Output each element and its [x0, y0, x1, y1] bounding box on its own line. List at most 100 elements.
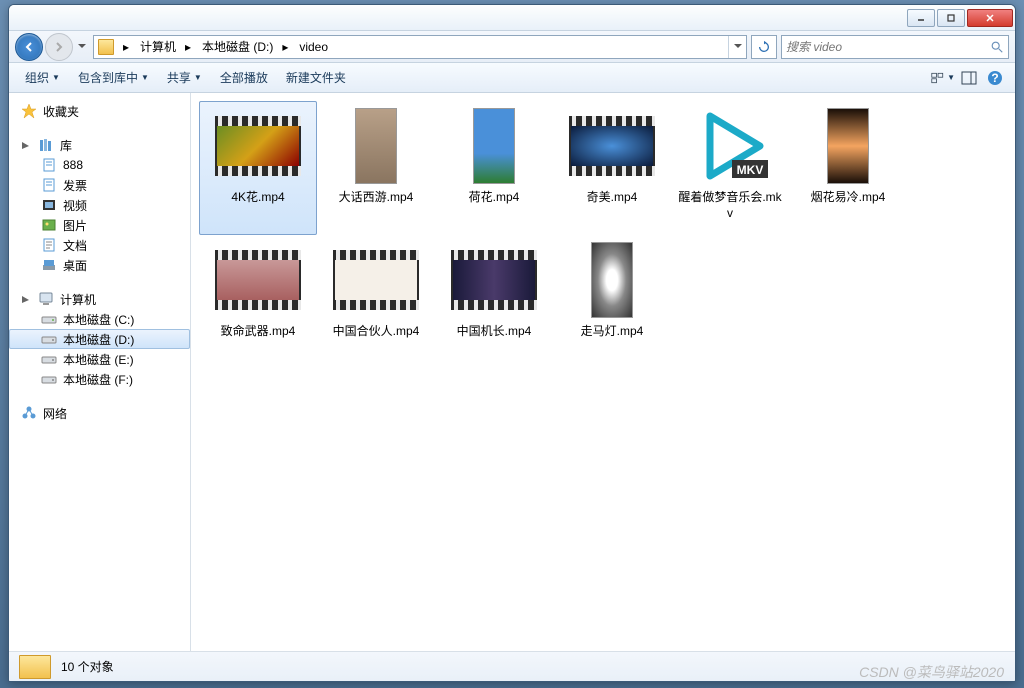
preview-pane-button[interactable] [957, 67, 981, 89]
address-bar[interactable]: ▸ 计算机 ▸ 本地磁盘 (D:) ▸ video [93, 35, 747, 59]
file-item[interactable]: 中国合伙人.mp4 [317, 235, 435, 369]
file-item[interactable]: 走马灯.mp4 [553, 235, 671, 369]
folder-icon [98, 39, 114, 55]
drive-icon [41, 351, 57, 367]
file-item[interactable]: 大话西游.mp4 [317, 101, 435, 235]
help-button[interactable]: ? [983, 67, 1007, 89]
search-input[interactable] [786, 40, 990, 54]
file-name: 中国机长.mp4 [457, 324, 532, 340]
sidebar-computer[interactable]: 计算机 [9, 289, 190, 309]
sidebar-label: 本地磁盘 (F:) [63, 371, 133, 388]
sidebar-label: 网络 [43, 405, 67, 422]
maximize-button[interactable] [937, 9, 965, 27]
titlebar[interactable] [9, 5, 1015, 31]
lib-item-icon [41, 237, 57, 253]
video-thumbnail [355, 108, 397, 184]
file-item[interactable]: 致命武器.mp4 [199, 235, 317, 369]
sidebar-library[interactable]: 库 [9, 135, 190, 155]
file-item[interactable]: 4K花.mp4 [199, 101, 317, 235]
sidebar: 收藏夹 库 888 发票视频图片文档桌面 计算机 本地磁盘 (C:) 本地磁盘 (D… [9, 93, 191, 651]
search-box[interactable] [781, 35, 1009, 59]
back-button[interactable] [15, 33, 43, 61]
sidebar-lib-item[interactable]: 图片 [9, 215, 190, 235]
video-thumbnail [215, 250, 301, 310]
sidebar-label: 888 [63, 158, 83, 172]
explorer-window: ▸ 计算机 ▸ 本地磁盘 (D:) ▸ video 组织▼ 包含到库中▼ 共享▼… [8, 4, 1016, 682]
lib-item-icon [41, 177, 57, 193]
lib-item-icon [41, 217, 57, 233]
refresh-button[interactable] [751, 35, 777, 59]
file-item[interactable]: 烟花易冷.mp4 [789, 101, 907, 235]
toolbar: 组织▼ 包含到库中▼ 共享▼ 全部播放 新建文件夹 ▼ ? [9, 63, 1015, 93]
sidebar-label: 本地磁盘 (E:) [63, 351, 134, 368]
file-item[interactable]: 中国机长.mp4 [435, 235, 553, 369]
file-name: 致命武器.mp4 [221, 324, 296, 340]
sidebar-lib-item[interactable]: 888 [9, 155, 190, 175]
sidebar-label: 桌面 [63, 257, 87, 274]
collapse-icon[interactable] [21, 295, 30, 304]
sidebar-label: 图片 [63, 217, 87, 234]
file-content-area[interactable]: 4K花.mp4 大话西游.mp4 荷花.mp4 奇美.mp4 MKV醒着做梦音乐会.mk… [191, 93, 1015, 651]
toolbar-label: 全部播放 [220, 69, 268, 86]
sidebar-drive-item[interactable]: 本地磁盘 (D:) [9, 329, 190, 349]
file-name: 中国合伙人.mp4 [333, 324, 420, 340]
file-name: 4K花.mp4 [231, 190, 284, 206]
sidebar-lib-item[interactable]: 视频 [9, 195, 190, 215]
status-count: 10 个对象 [61, 658, 114, 675]
breadcrumb-computer[interactable]: 计算机 [134, 36, 180, 58]
sidebar-favorites[interactable]: 收藏夹 [9, 101, 190, 121]
star-icon [21, 103, 37, 119]
sidebar-lib-item[interactable]: 桌面 [9, 255, 190, 275]
file-name: 奇美.mp4 [587, 190, 638, 206]
file-item[interactable]: 荷花.mp4 [435, 101, 553, 235]
sidebar-label: 文档 [63, 237, 87, 254]
file-item[interactable]: MKV醒着做梦音乐会.mkv [671, 101, 789, 235]
library-icon [38, 137, 54, 153]
close-button[interactable] [967, 9, 1013, 27]
lib-item-icon [41, 157, 57, 173]
search-icon[interactable] [990, 40, 1004, 54]
sidebar-label: 本地磁盘 (D:) [63, 331, 134, 348]
toolbar-label: 组织 [25, 69, 49, 86]
breadcrumb-arrow[interactable]: ▸ [277, 36, 293, 58]
history-dropdown[interactable] [75, 33, 89, 61]
body: 收藏夹 库 888 发票视频图片文档桌面 计算机 本地磁盘 (C:) 本地磁盘 (D… [9, 93, 1015, 651]
sidebar-drive-item[interactable]: 本地磁盘 (F:) [9, 369, 190, 389]
sidebar-drive-item[interactable]: 本地磁盘 (C:) [9, 309, 190, 329]
collapse-icon[interactable] [21, 141, 30, 150]
sidebar-label: 发票 [63, 177, 87, 194]
file-name: 走马灯.mp4 [581, 324, 644, 340]
file-name: 烟花易冷.mp4 [811, 190, 886, 206]
include-library-button[interactable]: 包含到库中▼ [70, 65, 157, 90]
drive-icon [41, 371, 57, 387]
file-name: 荷花.mp4 [469, 190, 520, 206]
navigation-bar: ▸ 计算机 ▸ 本地磁盘 (D:) ▸ video [9, 31, 1015, 63]
play-all-button[interactable]: 全部播放 [212, 65, 276, 90]
file-item[interactable]: 奇美.mp4 [553, 101, 671, 235]
breadcrumb-label: 计算机 [140, 38, 176, 55]
breadcrumb-label: video [299, 40, 328, 54]
minimize-button[interactable] [907, 9, 935, 27]
share-button[interactable]: 共享▼ [159, 65, 210, 90]
video-thumbnail [333, 250, 419, 310]
sidebar-label: 计算机 [60, 291, 96, 308]
file-grid: 4K花.mp4 大话西游.mp4 荷花.mp4 奇美.mp4 MKV醒着做梦音乐会.mk… [199, 101, 1007, 369]
sidebar-network[interactable]: 网络 [9, 403, 190, 423]
breadcrumb-drive[interactable]: 本地磁盘 (D:) [196, 36, 277, 58]
breadcrumb-folder[interactable]: video [293, 36, 332, 58]
file-name: 醒着做梦音乐会.mkv [676, 190, 784, 221]
toolbar-label: 包含到库中 [78, 69, 138, 86]
breadcrumb-arrow[interactable]: ▸ [180, 36, 196, 58]
address-dropdown[interactable] [728, 36, 746, 58]
sidebar-lib-item[interactable]: 发票 [9, 175, 190, 195]
breadcrumb-arrow-root[interactable]: ▸ [118, 36, 134, 58]
organize-button[interactable]: 组织▼ [17, 65, 68, 90]
video-thumbnail [827, 108, 869, 184]
video-thumbnail [451, 250, 537, 310]
sidebar-lib-item[interactable]: 文档 [9, 235, 190, 255]
video-thumbnail [215, 116, 301, 176]
sidebar-drive-item[interactable]: 本地磁盘 (E:) [9, 349, 190, 369]
view-options-button[interactable]: ▼ [931, 67, 955, 89]
new-folder-button[interactable]: 新建文件夹 [278, 65, 354, 90]
drive-icon [41, 311, 57, 327]
